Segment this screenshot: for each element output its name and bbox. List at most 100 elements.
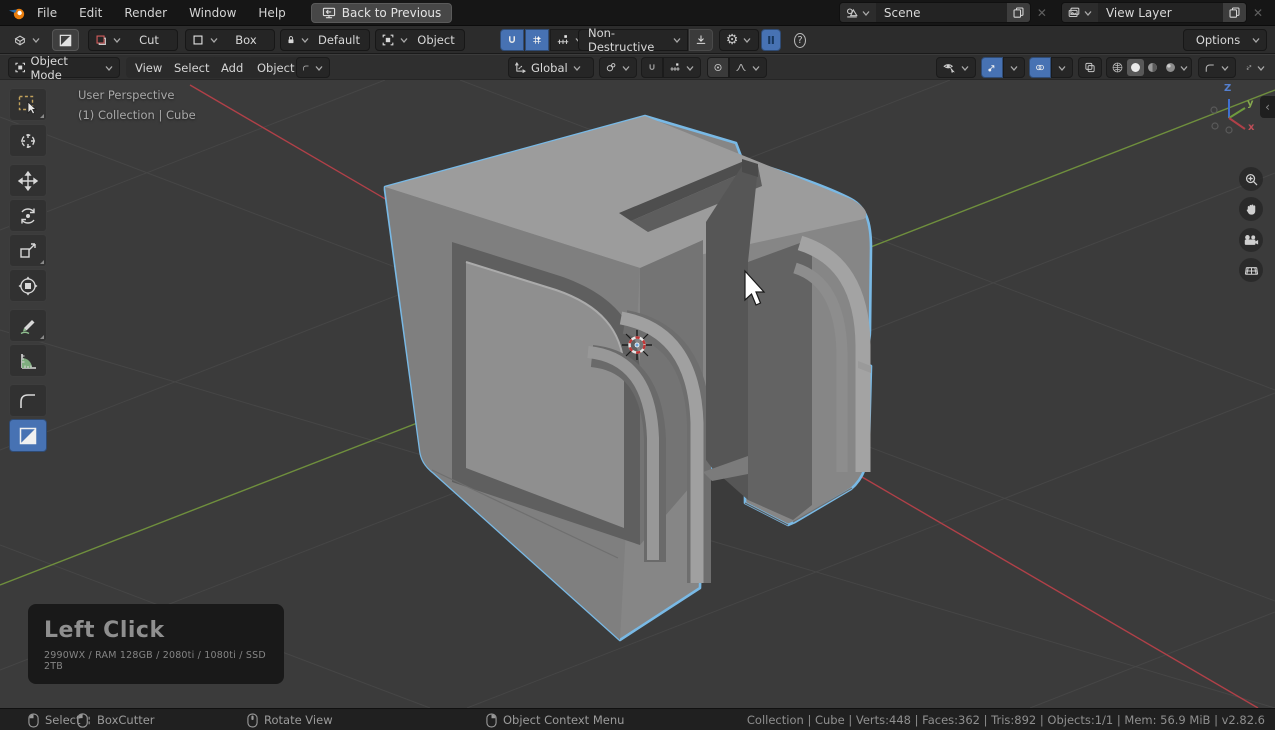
cut-mode-dropdown[interactable]: Cut: [88, 29, 178, 51]
viewport-snap-toggle[interactable]: [641, 57, 663, 78]
transform-tool-icon: [17, 275, 39, 297]
zoom-button[interactable]: [1239, 167, 1263, 191]
tool-corner-round[interactable]: [9, 384, 47, 417]
gizmo-x-label[interactable]: x: [1248, 122, 1254, 133]
menu-edit[interactable]: Edit: [68, 0, 113, 26]
chevron-down-icon[interactable]: [1179, 63, 1189, 73]
shading-rendered-button[interactable]: [1162, 61, 1180, 74]
tool-transform[interactable]: [9, 269, 47, 302]
tool-rotate[interactable]: [9, 199, 47, 232]
viewport-menu-add[interactable]: Add: [212, 57, 252, 78]
tool-measure[interactable]: [9, 344, 47, 377]
tool-cursor[interactable]: [9, 124, 47, 157]
transform-arrows-dropdown[interactable]: [1240, 57, 1272, 78]
behavior-dropdown[interactable]: Non-Destructive: [578, 29, 688, 51]
tool-more-indicator: [40, 260, 44, 264]
view-layer-name[interactable]: View Layer: [1098, 6, 1223, 20]
transform-orientation-dropdown[interactable]: Global: [508, 57, 594, 78]
view-layer-browse-button[interactable]: [1062, 3, 1098, 22]
navigation-axis-gizmo[interactable]: [1201, 86, 1259, 144]
proportional-editing-toggle[interactable]: [707, 57, 729, 78]
help-button[interactable]: ?: [788, 29, 812, 51]
view-layer-remove-button[interactable]: ✕: [1247, 6, 1269, 20]
xray-toggle[interactable]: [1078, 57, 1102, 78]
viewport-header: Object Mode View Select Add Object Globa…: [0, 55, 1275, 80]
tool-more-indicator: [40, 114, 44, 118]
perspective-toggle-button[interactable]: [1239, 258, 1263, 282]
shading-wireframe-button[interactable]: [1109, 61, 1127, 74]
menu-help[interactable]: Help: [247, 0, 296, 26]
increment-snap-icon: [669, 61, 681, 74]
orientation-axes-icon: [514, 61, 527, 74]
3d-viewport[interactable]: User Perspective (1) Collection | Cube: [0, 80, 1275, 708]
blender-window: File Edit Render Window Help Back to Pre…: [0, 0, 1275, 730]
hint-label: Select: [45, 713, 80, 727]
grid-snap-icon: [531, 33, 543, 47]
settings-dropdown[interactable]: ⚙: [719, 29, 759, 51]
active-tool-boxcutter-button[interactable]: [52, 29, 79, 51]
scale-tool-icon: [17, 240, 39, 262]
mode-value: Object: [413, 33, 459, 47]
active-tool-dropdown[interactable]: [296, 57, 330, 78]
falloff-dropdown[interactable]: [729, 57, 767, 78]
corner-tool-icon: [302, 62, 310, 74]
magnet-icon: [506, 33, 518, 47]
corner-tool-icon: [1204, 62, 1216, 74]
scene-new-copy-button[interactable]: [1007, 3, 1030, 22]
rendered-shading-icon: [1164, 61, 1177, 74]
shape-value: Box: [223, 33, 269, 47]
tool-select-box[interactable]: [9, 88, 47, 121]
shape-dropdown[interactable]: Box: [185, 29, 275, 51]
scene-unlink-button[interactable]: ✕: [1031, 6, 1053, 20]
overlays-options-dropdown[interactable]: [1051, 57, 1073, 78]
show-gizmo-toggle[interactable]: [981, 57, 1003, 78]
grid-snap-button[interactable]: [525, 29, 549, 51]
show-overlays-toggle[interactable]: [1029, 57, 1051, 78]
options-dropdown[interactable]: Options: [1183, 29, 1267, 51]
tool-annotate[interactable]: [9, 309, 47, 342]
view-layer-new-copy-button[interactable]: [1223, 3, 1246, 22]
gizmo-options-dropdown[interactable]: [1003, 57, 1025, 78]
menu-window[interactable]: Window: [178, 0, 247, 26]
shading-solid-button[interactable]: [1127, 59, 1145, 76]
corner-tool-dropdown[interactable]: [1198, 57, 1236, 78]
camera-view-button[interactable]: [1239, 228, 1263, 252]
tool-move[interactable]: [9, 164, 47, 197]
blender-logo-icon: [8, 5, 26, 21]
model-cube[interactable]: [385, 116, 871, 640]
editor-type-selector[interactable]: [7, 29, 47, 51]
gizmo-z-label[interactable]: Z: [1224, 83, 1231, 94]
options-label: Options: [1189, 33, 1247, 47]
preset-dropdown[interactable]: Default: [280, 29, 370, 51]
menu-file[interactable]: File: [26, 0, 68, 26]
interaction-mode-dropdown[interactable]: Object Mode: [8, 57, 120, 78]
mouse-left-drag-icon: [77, 713, 91, 728]
apply-import-button[interactable]: [689, 29, 713, 51]
viewport-menu-select[interactable]: Select: [165, 57, 218, 78]
menu-render[interactable]: Render: [113, 0, 178, 26]
sidebar-collapse-tab[interactable]: ‹: [1260, 96, 1275, 118]
pause-button[interactable]: [761, 29, 781, 51]
pause-icon: [767, 34, 775, 46]
snap-toggle-button[interactable]: [500, 29, 524, 51]
viewport-snap-elements-dropdown[interactable]: [663, 57, 701, 78]
chevron-down-icon: [300, 35, 310, 45]
chevron-down-icon: [31, 35, 41, 45]
chevron-down-icon: [112, 35, 122, 45]
scene-selector[interactable]: Scene: [839, 2, 1031, 23]
pan-button[interactable]: [1239, 197, 1263, 221]
scene-browse-button[interactable]: [840, 3, 876, 22]
chevron-down-icon: [1251, 35, 1261, 45]
mode-dropdown[interactable]: Object: [375, 29, 465, 51]
tool-boxcutter[interactable]: [9, 419, 47, 452]
pivot-point-dropdown[interactable]: [599, 57, 637, 78]
scene-name[interactable]: Scene: [876, 6, 1007, 20]
back-to-previous-button[interactable]: Back to Previous: [311, 3, 453, 23]
rotate-tool-icon: [17, 205, 39, 227]
object-visibility-dropdown[interactable]: [936, 57, 976, 78]
gizmo-y-label[interactable]: y: [1247, 98, 1254, 109]
tool-scale[interactable]: [9, 234, 47, 267]
view-layer-selector[interactable]: View Layer: [1061, 2, 1247, 23]
download-arrow-icon: [695, 33, 707, 47]
shading-material-button[interactable]: [1144, 61, 1162, 74]
